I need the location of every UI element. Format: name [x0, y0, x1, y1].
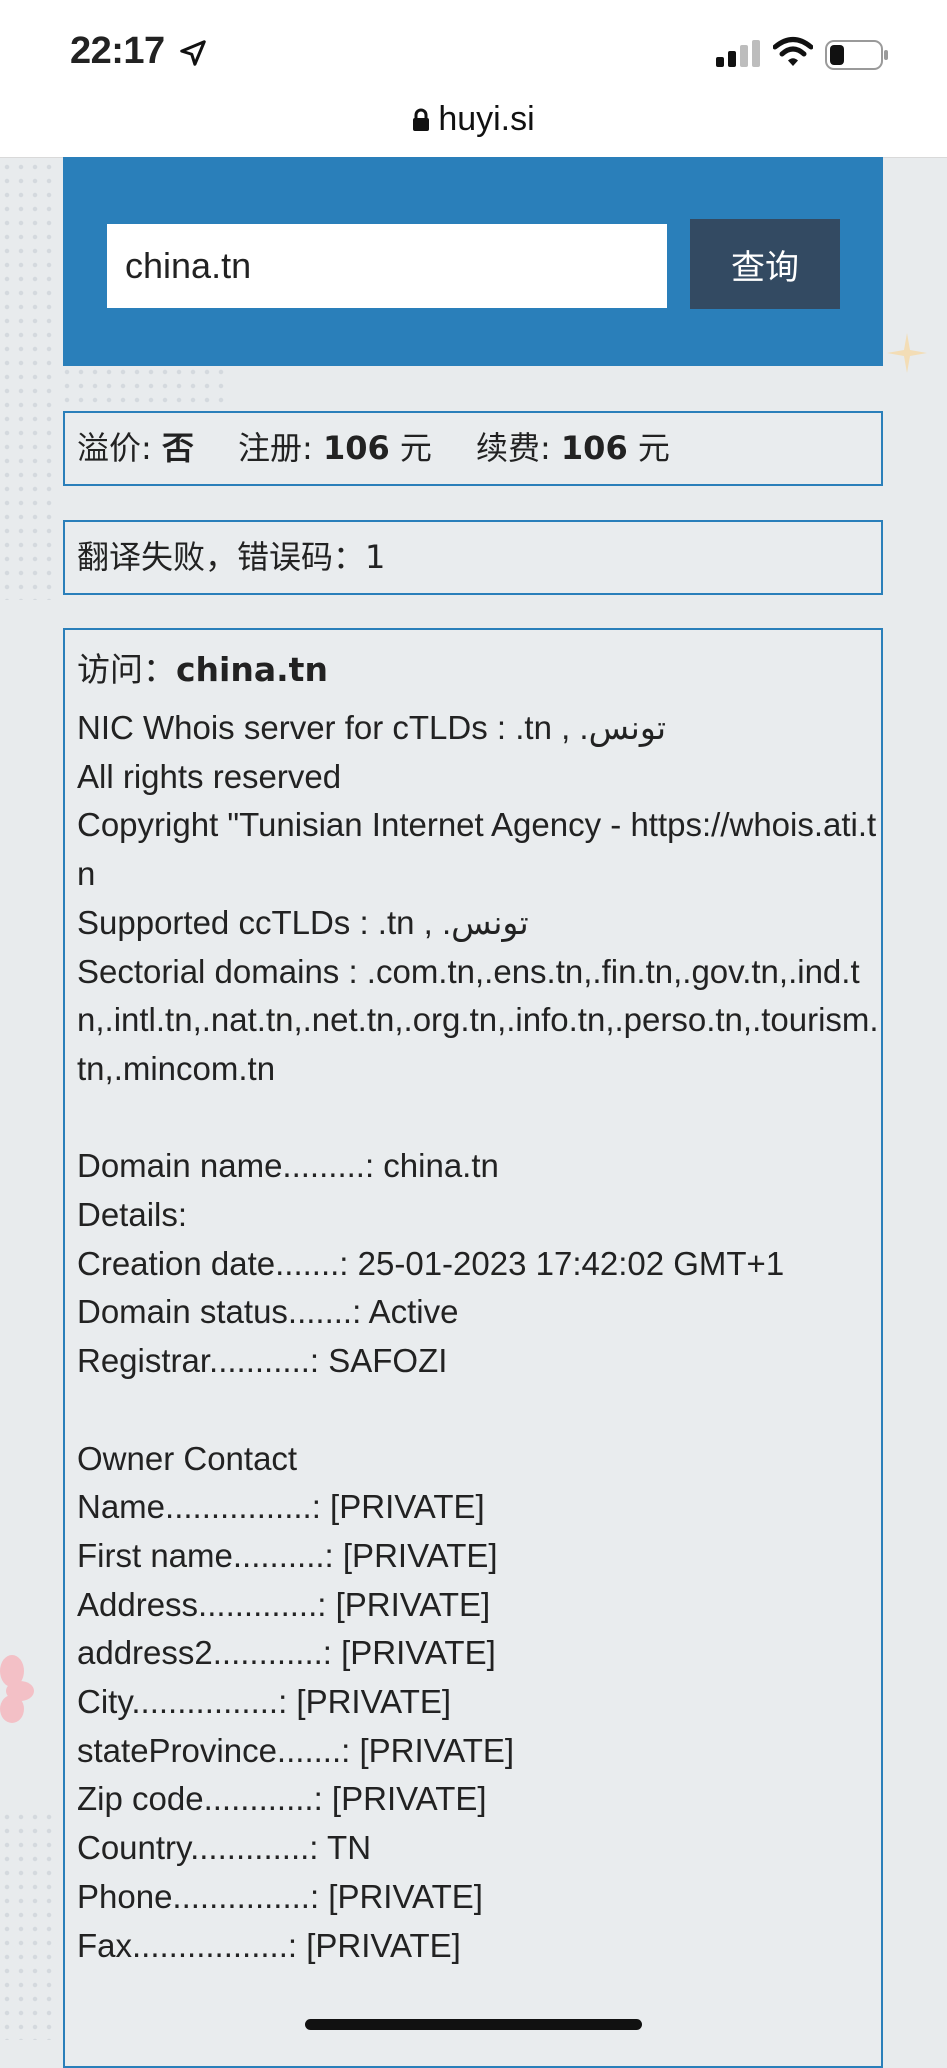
query-button[interactable]: 查询 [690, 219, 840, 309]
whois-result-box: 访问：china.tn NIC Whois server for cTLDs :… [63, 628, 883, 2068]
battery-icon [825, 40, 888, 70]
visit-domain-link[interactable]: china.tn [176, 650, 328, 689]
cellular-signal-icon [716, 40, 760, 67]
status-time: 22:17 [70, 30, 165, 72]
whois-line: Phone...............: [PRIVATE] [77, 1877, 483, 1915]
price-info-box: 溢价: 否注册: 106 元续费: 106 元 [63, 411, 883, 486]
top-bar: 22:17 huyi.si [0, 0, 947, 158]
premium-info: 溢价: 否 [77, 413, 194, 484]
whois-line: Sectorial domains : .com.tn,.ens.tn,.fin… [77, 952, 879, 1087]
location-arrow-icon [180, 40, 206, 66]
decorative-flower-icon [0, 1655, 34, 1723]
whois-record: NIC Whois server for cTLDs : .tn , .تونس… [77, 704, 881, 1970]
whois-line: Creation date.......: 25-01-2023 17:42:0… [77, 1244, 785, 1282]
renew-price-value: 106 [560, 429, 628, 467]
wifi-icon [773, 37, 813, 66]
whois-line: Zip code............: [PRIVATE] [77, 1780, 487, 1818]
register-price-value: 106 [322, 429, 390, 467]
whois-line: Owner Contact [77, 1439, 298, 1477]
whois-line: Address.............: [PRIVATE] [77, 1585, 491, 1623]
premium-label: 溢价: [77, 429, 152, 467]
whois-line: NIC Whois server for cTLDs : .tn , .تونس [77, 709, 667, 746]
whois-line: Domain status.......: Active [77, 1293, 459, 1331]
renew-price-info: 续费: 106 元 [476, 413, 670, 484]
whois-line: Registrar...........: SAFOZI [77, 1342, 448, 1380]
whois-line: Domain name.........: china.tn [77, 1147, 499, 1185]
whois-line: Copyright "Tunisian Internet Agency - ht… [77, 806, 877, 893]
register-unit: 元 [399, 429, 432, 467]
search-panel: 查询 [63, 157, 883, 366]
decorative-sparkle-icon [887, 333, 927, 373]
background-dots [0, 160, 60, 600]
whois-line: First name..........: [PRIVATE] [77, 1536, 498, 1574]
register-label: 注册: [237, 429, 313, 467]
premium-value: 否 [161, 429, 194, 467]
whois-line: Supported ccTLDs : .tn , .تونس [77, 903, 529, 941]
whois-line: Country.............: TN [77, 1829, 372, 1867]
whois-line: City................: [PRIVATE] [77, 1683, 452, 1721]
visit-label: 访问： [77, 650, 176, 689]
renew-unit: 元 [637, 429, 670, 467]
background-dots [0, 1810, 60, 2040]
renew-label: 续费: [475, 429, 551, 467]
visit-line: 访问：china.tn [77, 644, 881, 696]
domain-search-input[interactable] [107, 224, 667, 308]
whois-line: All rights reserved [77, 757, 342, 795]
whois-line: Name................: [PRIVATE] [77, 1488, 485, 1526]
translation-error-text: 翻译失败，错误码：1 [77, 538, 386, 576]
home-indicator[interactable] [305, 2019, 642, 2030]
lock-icon [413, 108, 430, 131]
whois-line: Details: [77, 1196, 188, 1234]
address-bar[interactable]: huyi.si [0, 100, 947, 139]
whois-line: address2............: [PRIVATE] [77, 1634, 496, 1672]
translation-error-box: 翻译失败，错误码：1 [63, 520, 883, 595]
url-text: huyi.si [438, 100, 535, 138]
whois-line: Fax.................: [PRIVATE] [77, 1926, 461, 1964]
whois-line: stateProvince.......: [PRIVATE] [77, 1731, 515, 1769]
register-price-info: 注册: 106 元 [238, 413, 432, 484]
